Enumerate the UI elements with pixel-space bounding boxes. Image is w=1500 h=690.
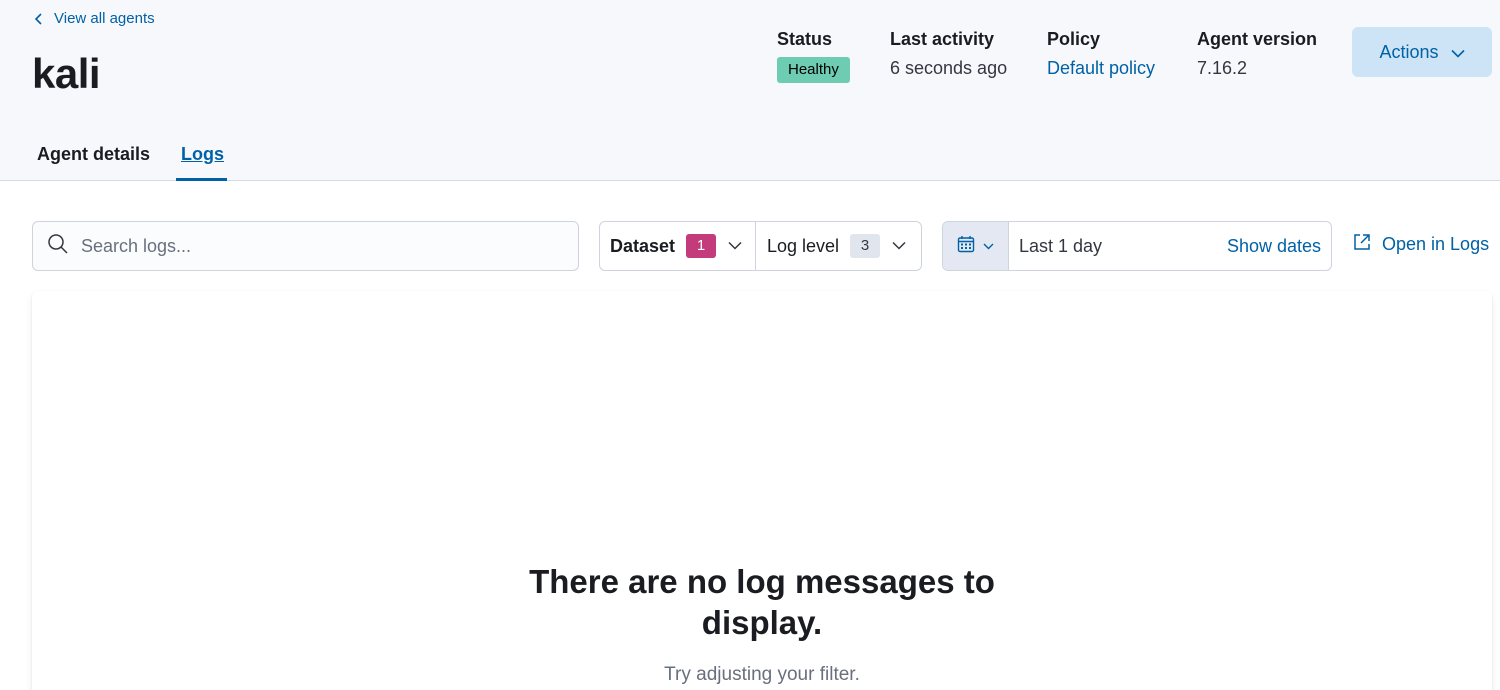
log-level-filter-button[interactable]: Log level 3 [756, 222, 906, 270]
dataset-filter-label: Dataset [610, 235, 676, 256]
filter-group: Dataset 1 Log level 3 [599, 221, 922, 271]
chevron-down-icon [1450, 42, 1465, 63]
policy-link[interactable]: Default policy [1047, 58, 1155, 79]
dataset-count-badge: 1 [686, 234, 717, 258]
chevron-down-icon [728, 237, 742, 255]
tab-logs[interactable]: Logs [181, 132, 224, 181]
back-link-label: View all agents [54, 10, 155, 27]
log-stream-panel: There are no log messages to display. Tr… [32, 291, 1492, 690]
agent-version-label: Agent version [1197, 29, 1318, 49]
date-range-label: Last 1 day [1019, 235, 1103, 256]
agent-version-value: 7.16.2 [1197, 58, 1248, 78]
empty-state-subtitle: Try adjusting your filter. [664, 664, 860, 685]
agent-version-section: Agent version 7.16.2 [1197, 29, 1317, 79]
status-label: Status [777, 29, 833, 49]
last-activity-label: Last activity [890, 29, 995, 49]
open-in-logs-link[interactable]: Open in Logs [1353, 233, 1489, 256]
show-dates-button[interactable]: Show dates [1227, 236, 1321, 257]
page-header: View all agents kali Status Healthy Last… [0, 0, 1500, 181]
policy-section: Policy Default policy [1047, 29, 1155, 79]
policy-label: Policy [1047, 29, 1101, 49]
view-all-agents-link[interactable]: View all agents [34, 10, 155, 27]
active-tab-indicator [176, 178, 227, 181]
empty-state-title: There are no log messages to display. [529, 563, 995, 641]
search-input[interactable]: Search logs... [32, 221, 579, 271]
search-placeholder: Search logs... [81, 235, 192, 256]
date-range-display[interactable]: Last 1 day Show dates [1009, 222, 1331, 270]
chevron-left-icon [34, 12, 44, 26]
open-in-logs-label: Open in Logs [1382, 234, 1490, 254]
last-activity-value: 6 seconds ago [890, 58, 1008, 78]
status-section: Status Healthy [777, 29, 850, 83]
last-activity-section: Last activity 6 seconds ago [890, 29, 1007, 79]
quick-date-menu-button[interactable] [943, 222, 1009, 270]
log-level-count-badge: 3 [850, 234, 881, 258]
calendar-icon [957, 235, 975, 258]
external-link-icon [1353, 233, 1371, 256]
chevron-down-icon [892, 237, 906, 255]
page-title: kali [32, 50, 101, 97]
search-icon [47, 233, 69, 260]
chevron-down-icon [983, 237, 994, 255]
dataset-filter-button[interactable]: Dataset 1 [600, 222, 756, 270]
tab-agent-details[interactable]: Agent details [37, 132, 150, 181]
log-level-filter-label: Log level [767, 235, 840, 256]
date-picker: Last 1 day Show dates [942, 221, 1332, 271]
actions-button-label: Actions [1379, 41, 1439, 62]
actions-button[interactable]: Actions [1352, 27, 1492, 77]
status-badge: Healthy [777, 57, 850, 83]
